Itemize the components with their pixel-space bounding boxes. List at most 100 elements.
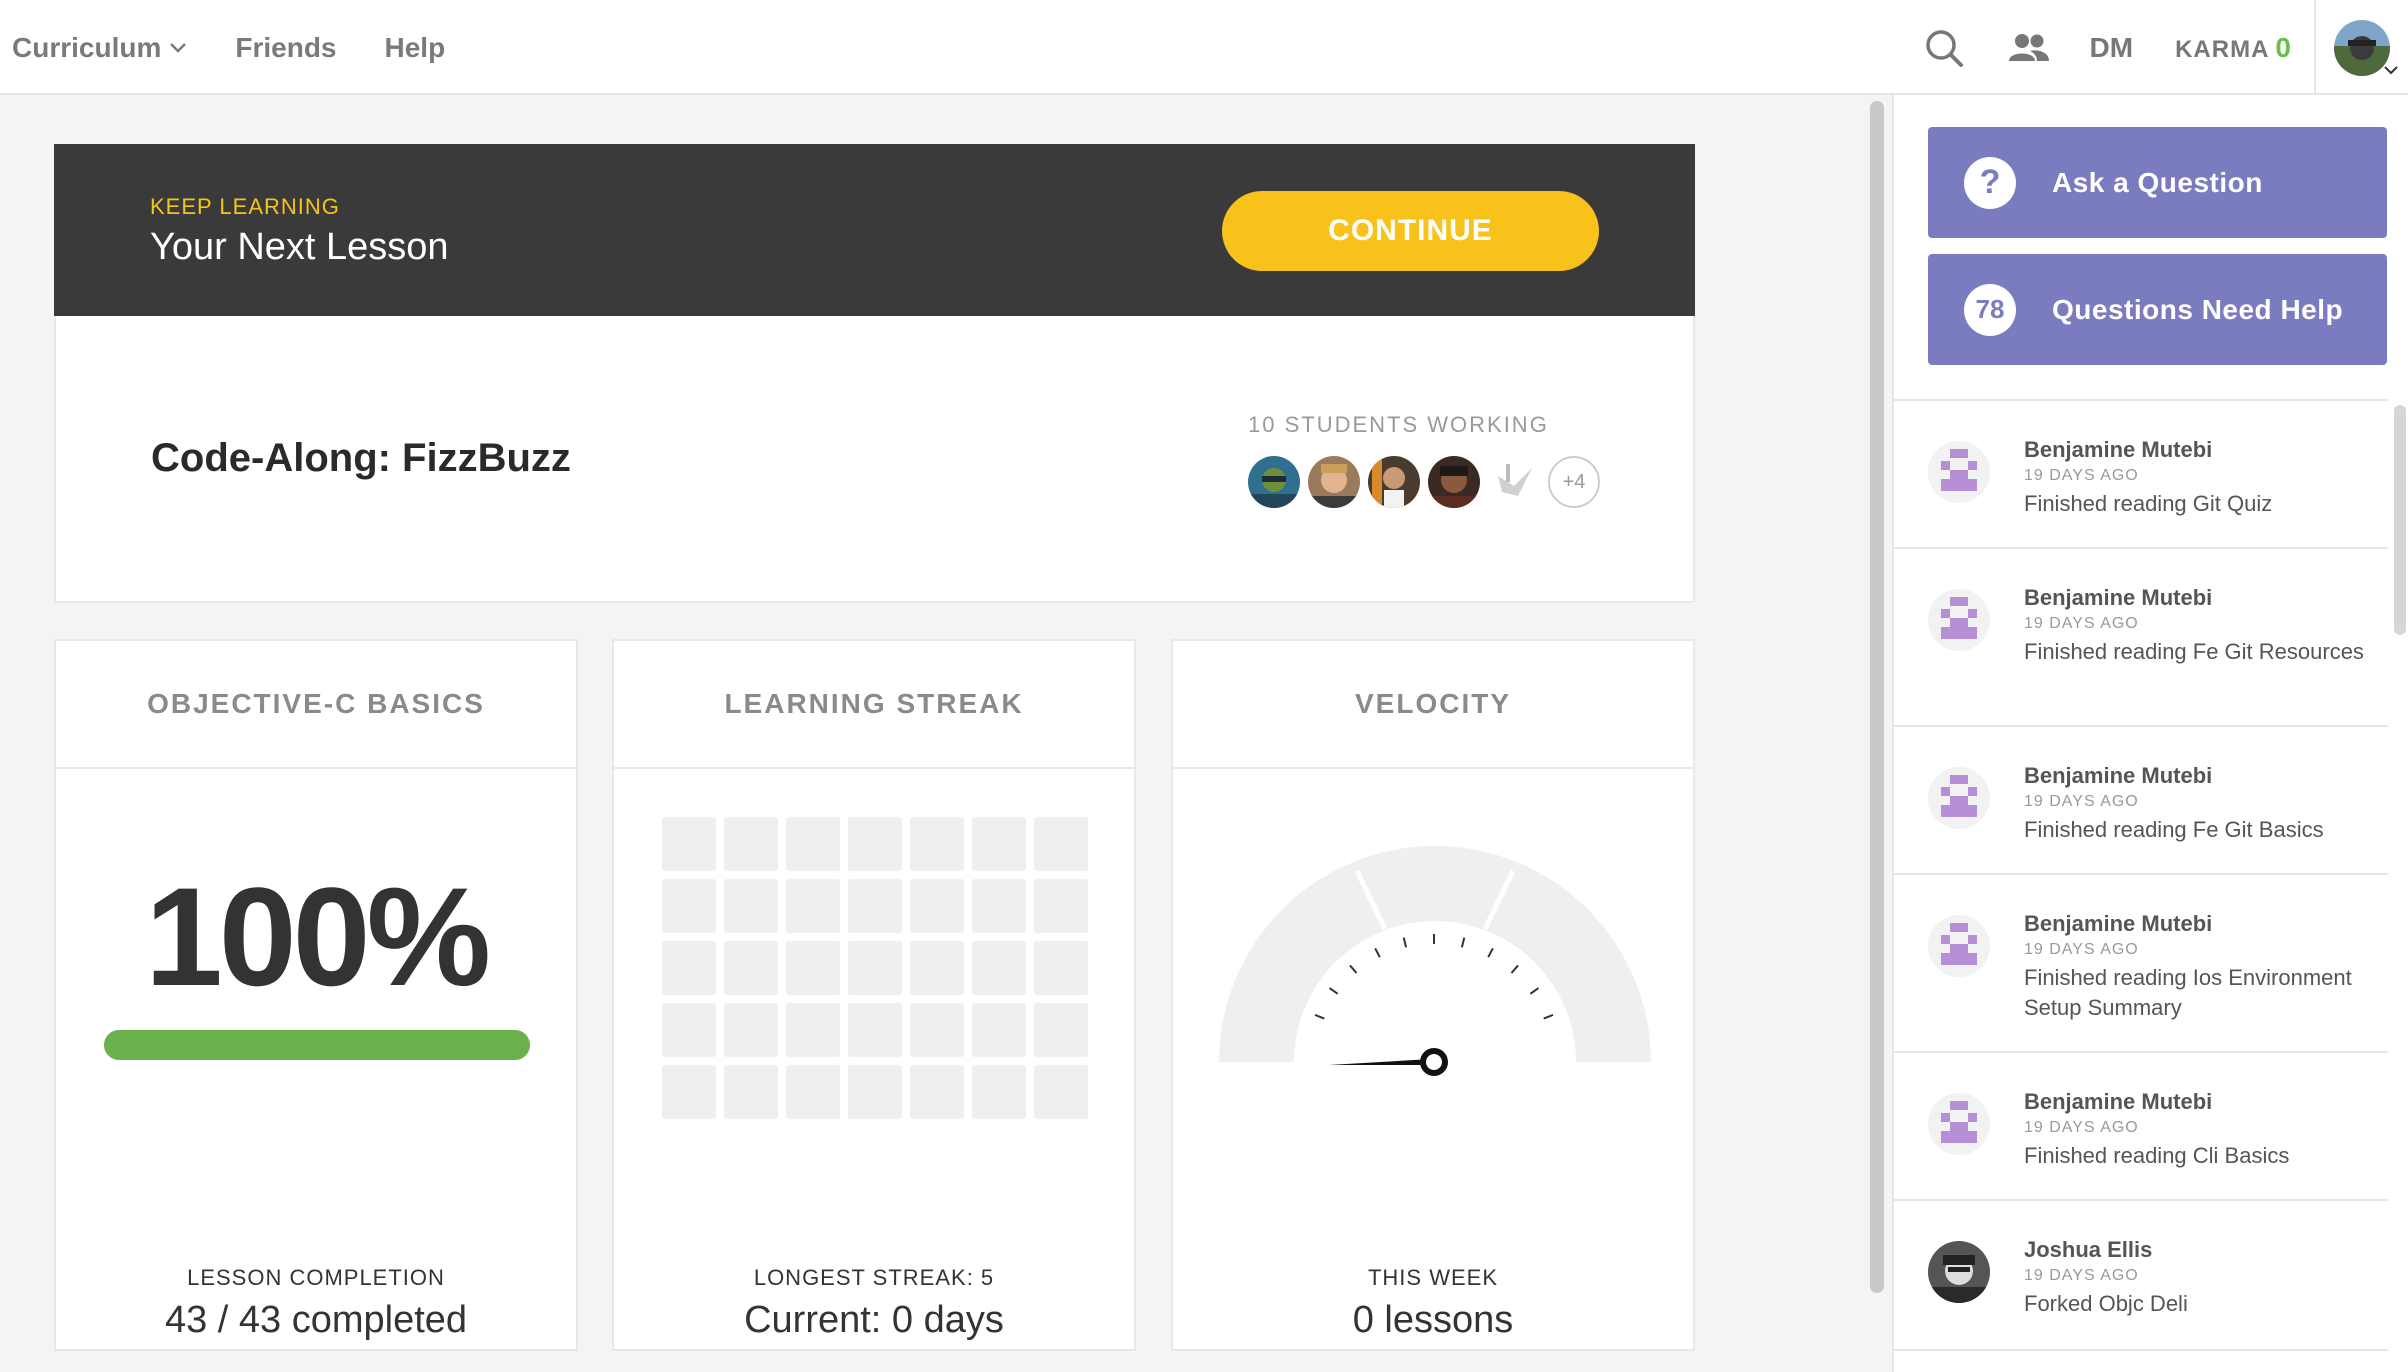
feed-item[interactable]: Benjamine Mutebi 19 DAYS AGO Finished re… [1894, 727, 2388, 875]
user-avatar[interactable] [1928, 1093, 1990, 1155]
search-button[interactable] [1924, 28, 1964, 68]
feed-item[interactable]: Benjamine Mutebi 19 DAYS AGO Finished re… [1894, 875, 2388, 1053]
feed-text[interactable]: Finished reading Git Quiz [2024, 489, 2364, 519]
user-avatar[interactable] [1928, 1241, 1990, 1303]
user-avatar[interactable] [1928, 589, 1990, 651]
gauge-tick [1487, 947, 1494, 958]
main-scrollbar-thumb[interactable] [1870, 101, 1884, 1293]
direct-messages-link[interactable]: DM [2090, 32, 2134, 64]
questions-count-badge: 78 [1964, 283, 2016, 336]
feed-text[interactable]: Finished reading Fe Git Basics [2024, 815, 2364, 845]
user-avatar[interactable] [1928, 441, 1990, 503]
streak-day-cell [848, 817, 902, 871]
streak-day-cell [972, 941, 1026, 995]
hero-eyebrow: KEEP LEARNING [150, 194, 340, 219]
feed-user-name[interactable]: Benjamine Mutebi [2024, 763, 2212, 789]
feed-user-name[interactable]: Joshua Ellis [2024, 1237, 2152, 1263]
main-scrollbar[interactable] [1866, 95, 1892, 1372]
hero-title: Your Next Lesson [150, 226, 449, 268]
user-avatar[interactable] [1928, 767, 1990, 829]
current-lesson-card[interactable]: Code-Along: FizzBuzz 10 STUDENTS WORKING… [54, 316, 1695, 603]
question-mark-icon: ? [1964, 156, 2016, 209]
feed-time: 19 DAYS AGO [2024, 1119, 2139, 1136]
streak-day-cell [662, 1065, 716, 1119]
nav-curriculum-dropdown[interactable]: Curriculum [12, 32, 187, 64]
streak-day-cell [1034, 1065, 1088, 1119]
streak-day-cell [786, 1065, 840, 1119]
feed-text[interactable]: Forked Objc Deli [2024, 1289, 2364, 1319]
streak-day-cell [662, 817, 716, 871]
streak-day-cell [910, 879, 964, 933]
student-avatar[interactable] [1308, 456, 1360, 508]
friends-button[interactable] [2008, 33, 2050, 63]
gauge-tick [1510, 964, 1519, 974]
next-lesson-banner: KEEP LEARNING Your Next Lesson CONTINUE [54, 144, 1695, 316]
feed-user-name[interactable]: Benjamine Mutebi [2024, 585, 2212, 611]
student-avatar[interactable] [1488, 456, 1540, 508]
streak-calendar-grid [662, 817, 1088, 1119]
students-avatar-list: +4 [1248, 456, 1600, 508]
student-avatar[interactable] [1428, 456, 1480, 508]
feed-text[interactable]: Finished reading Fe Git Resources [2024, 637, 2364, 667]
search-icon [1925, 29, 1963, 67]
streak-day-cell [724, 1065, 778, 1119]
streak-day-cell [910, 1003, 964, 1057]
ask-question-button[interactable]: ? Ask a Question [1928, 127, 2387, 238]
streak-day-cell [724, 879, 778, 933]
more-students-badge[interactable]: +4 [1548, 456, 1600, 508]
completion-caption: LESSON COMPLETION [187, 1265, 445, 1290]
nav-friends-link[interactable]: Friends [235, 32, 336, 64]
feed-item[interactable]: Benjamine Mutebi 19 DAYS AGO Finished re… [1894, 549, 2388, 727]
streak-day-cell [1034, 879, 1088, 933]
streak-day-cell [848, 879, 902, 933]
questions-need-help-button[interactable]: 78 Questions Need Help [1928, 254, 2387, 365]
feed-user-name[interactable]: Benjamine Mutebi [2024, 1089, 2212, 1115]
chevron-down-icon [2384, 66, 2398, 75]
streak-card: LEARNING STREAK LONGEST STREAK: 5 Curren… [612, 639, 1136, 1351]
streak-day-cell [786, 817, 840, 871]
feed-user-name[interactable]: Benjamine Mutebi [2024, 911, 2212, 937]
streak-day-cell [786, 879, 840, 933]
chevron-down-icon [170, 42, 187, 53]
velocity-gauge [1219, 846, 1651, 1076]
velocity-caption: THIS WEEK [1367, 1265, 1498, 1290]
gauge-tick [1328, 987, 1339, 995]
feed-item[interactable]: Benjamine Mutebi 19 DAYS AGO Finished re… [1894, 1053, 2388, 1201]
completion-progress-bar [104, 1030, 530, 1060]
friends-icon [2008, 33, 2049, 61]
streak-value: Current: 0 days [744, 1299, 1004, 1341]
gauge-tick [1543, 1013, 1554, 1020]
feed-item[interactable]: Joshua Ellis 19 DAYS AGO Forked Objc Del… [1894, 1201, 2388, 1351]
feed-time: 19 DAYS AGO [2024, 467, 2139, 484]
student-avatar[interactable] [1368, 456, 1420, 508]
student-avatar[interactable] [1248, 456, 1300, 508]
gauge-tick [1460, 937, 1466, 948]
feed-text[interactable]: Finished reading Cli Basics [2024, 1141, 2364, 1171]
sidebar-scrollbar[interactable] [2394, 405, 2406, 635]
user-menu-button[interactable] [2316, 0, 2408, 95]
streak-day-cell [724, 817, 778, 871]
activity-feed: Benjamine Mutebi 19 DAYS AGO Finished re… [1894, 399, 2388, 1351]
streak-day-cell [848, 941, 902, 995]
streak-day-cell [1034, 1003, 1088, 1057]
streak-day-cell [1034, 817, 1088, 871]
lesson-title[interactable]: Code-Along: FizzBuzz [151, 436, 571, 481]
nav-curriculum-label: Curriculum [12, 31, 162, 63]
questions-need-help-label: Questions Need Help [2052, 293, 2344, 325]
streak-day-cell [848, 1003, 902, 1057]
feed-time: 19 DAYS AGO [2024, 793, 2139, 810]
feed-text[interactable]: Finished reading Ios Environment Setup S… [2024, 963, 2364, 1023]
nav-help-link[interactable]: Help [385, 32, 446, 64]
feed-item[interactable]: Benjamine Mutebi 19 DAYS AGO Finished re… [1894, 401, 2388, 549]
gauge-tick [1529, 987, 1540, 995]
feed-user-name[interactable]: Benjamine Mutebi [2024, 437, 2212, 463]
completion-card: OBJECTIVE-C BASICS 100% LESSON COMPLETIO… [54, 639, 578, 1351]
streak-day-cell [662, 1003, 716, 1057]
streak-day-cell [662, 941, 716, 995]
gauge-tick [1374, 947, 1381, 958]
continue-button[interactable]: CONTINUE [1222, 191, 1599, 271]
velocity-card: VELOCITY THIS WEEK 0 lessons [1171, 639, 1695, 1351]
ask-question-label: Ask a Question [2052, 166, 2263, 198]
user-avatar[interactable] [1928, 915, 1990, 977]
feed-time: 19 DAYS AGO [2024, 1267, 2139, 1284]
